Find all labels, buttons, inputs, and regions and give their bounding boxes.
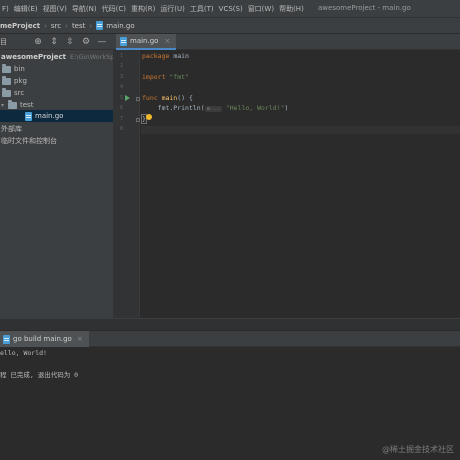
tree-item-label: main.go [35, 112, 64, 120]
go-file-icon [3, 334, 10, 344]
code-text: fmt.Println( [142, 104, 205, 112]
menu-bar: F) 编辑(E) 视图(V) 导航(N) 代码(C) 重构(R) 运行(U) 工… [0, 0, 460, 17]
run-gutter-icon[interactable] [125, 95, 130, 101]
tree-item-root[interactable]: awesomeProject E:\Go\WorkSpac [0, 51, 113, 63]
chevron-right-icon: › [65, 21, 68, 30]
line-number: 8 [119, 126, 123, 132]
line-number: 1 [119, 53, 123, 59]
menu-run[interactable]: 运行(U) [158, 4, 188, 14]
line-number: 5 [119, 95, 123, 101]
line-number: 3 [119, 74, 123, 80]
tree-item-main-go[interactable]: main.go [0, 110, 113, 122]
parameter-hint: a... [204, 106, 222, 112]
breadcrumb-project[interactable]: meProject [0, 22, 40, 30]
line-number: 6 [119, 105, 123, 111]
run-toolbar: go build main.go × [0, 331, 460, 347]
menu-vcs[interactable]: VCS(S) [217, 5, 246, 13]
chevron-down-icon[interactable]: ▾ [1, 102, 8, 109]
tree-item-label: 临时文件和控制台 [1, 137, 57, 145]
breadcrumb: meProject › src › test › main.go [0, 17, 460, 34]
chevron-right-icon: › [44, 21, 47, 30]
run-console[interactable]: ello, World! 程 已完成, 退出代码为 0 @稀土掘金技术社区 [0, 347, 460, 460]
code-text: ) [284, 104, 289, 112]
editor-tabs: main.go × [113, 34, 460, 50]
function-name: main [157, 94, 178, 102]
console-line: ello, World! [0, 349, 47, 357]
line-number: 7 [119, 116, 123, 122]
code-line-1: package main [142, 52, 189, 62]
string-literal: "Hello, World!" [221, 104, 285, 112]
close-icon[interactable]: × [77, 335, 83, 343]
code-line-6: fmt.Println(a... "Hello, World!") [142, 104, 288, 114]
watermark: @稀土掘金技术社区 [382, 445, 454, 454]
console-line: 程 已完成, 退出代码为 0 [0, 371, 79, 379]
close-icon[interactable]: × [164, 37, 170, 45]
fold-icon[interactable] [136, 97, 140, 101]
expand-all-icon[interactable]: ⇕ [48, 36, 60, 48]
code-line-5: func main() { [142, 94, 193, 104]
menu-view[interactable]: 视图(V) [41, 4, 70, 14]
breadcrumb-file[interactable]: main.go [96, 21, 135, 30]
line-number: 4 [119, 84, 123, 90]
menu-tools[interactable]: 工具(T) [188, 4, 217, 14]
tree-root-label: awesomeProject [1, 53, 66, 61]
code-text: () { [177, 94, 193, 102]
menu-file[interactable]: F) [0, 5, 12, 13]
line-number: 2 [119, 63, 123, 69]
menu-window[interactable]: 窗口(W) [246, 4, 277, 14]
breadcrumb-src[interactable]: src [51, 22, 61, 30]
tree-item-scratches[interactable]: 临时文件和控制台 [0, 135, 113, 147]
collapse-all-icon[interactable]: ⇳ [64, 36, 76, 48]
chevron-right-icon: › [89, 21, 93, 30]
locate-icon[interactable]: ⊕ [32, 36, 44, 48]
string-literal: "fmt" [165, 73, 189, 81]
fold-icon[interactable] [136, 118, 140, 122]
menu-navigate[interactable]: 导航(N) [70, 4, 100, 14]
go-file-icon [25, 111, 32, 121]
folder-icon [2, 63, 11, 73]
tree-item-external-libs[interactable]: 外部库 [0, 123, 113, 135]
tree-item-src[interactable]: src [0, 87, 113, 99]
folder-icon [8, 99, 17, 109]
menu-code[interactable]: 代码(C) [100, 4, 129, 14]
keyword: package [142, 52, 170, 60]
tree-item-label: src [14, 89, 25, 97]
hide-icon[interactable]: — [96, 36, 108, 48]
menu-refactor[interactable]: 重构(R) [129, 4, 158, 14]
tree-item-label: bin [14, 65, 25, 73]
folder-icon [2, 75, 11, 85]
project-tree: awesomeProject E:\Go\WorkSpac bin pkg sr… [0, 50, 113, 330]
menu-help[interactable]: 帮助(H) [277, 4, 307, 14]
breadcrumb-file-label: main.go [106, 21, 135, 30]
tree-item-bin[interactable]: bin [0, 63, 113, 75]
tab-label: main.go [130, 37, 159, 45]
caret-line-highlight [141, 126, 460, 134]
lightbulb-icon[interactable] [146, 114, 152, 120]
code-line-3: import "fmt" [142, 73, 189, 83]
project-toolbar: 目 ⊕ ⇕ ⇳ ⚙ — [0, 34, 113, 50]
go-file-icon [96, 21, 104, 30]
code-text: main [169, 52, 189, 60]
window-title: awesomeProject - main.go [318, 4, 411, 12]
folder-icon [2, 87, 11, 97]
code-editor[interactable]: package main import "fmt" func main() { … [141, 50, 460, 318]
tree-item-label: test [20, 101, 34, 109]
keyword: import [142, 73, 166, 81]
tree-root-path: E:\Go\WorkSpac [70, 53, 113, 61]
run-tab-label: go build main.go [13, 335, 72, 343]
editor-gutter: 1 2 3 4 5 6 7 8 [113, 50, 140, 318]
panel-separator[interactable] [0, 318, 460, 330]
menu-edit[interactable]: 编辑(E) [12, 4, 41, 14]
tab-main-go[interactable]: main.go × [116, 34, 177, 50]
go-file-icon [120, 36, 127, 46]
project-panel-label[interactable]: 目 [0, 37, 28, 47]
tree-item-label: 外部库 [1, 125, 22, 133]
tab-run-config[interactable]: go build main.go × [0, 331, 89, 347]
tree-item-pkg[interactable]: pkg [0, 75, 113, 87]
breadcrumb-test[interactable]: test [72, 22, 85, 30]
gear-icon[interactable]: ⚙ [80, 36, 92, 48]
tree-item-label: pkg [14, 77, 27, 85]
keyword: func [142, 94, 158, 102]
